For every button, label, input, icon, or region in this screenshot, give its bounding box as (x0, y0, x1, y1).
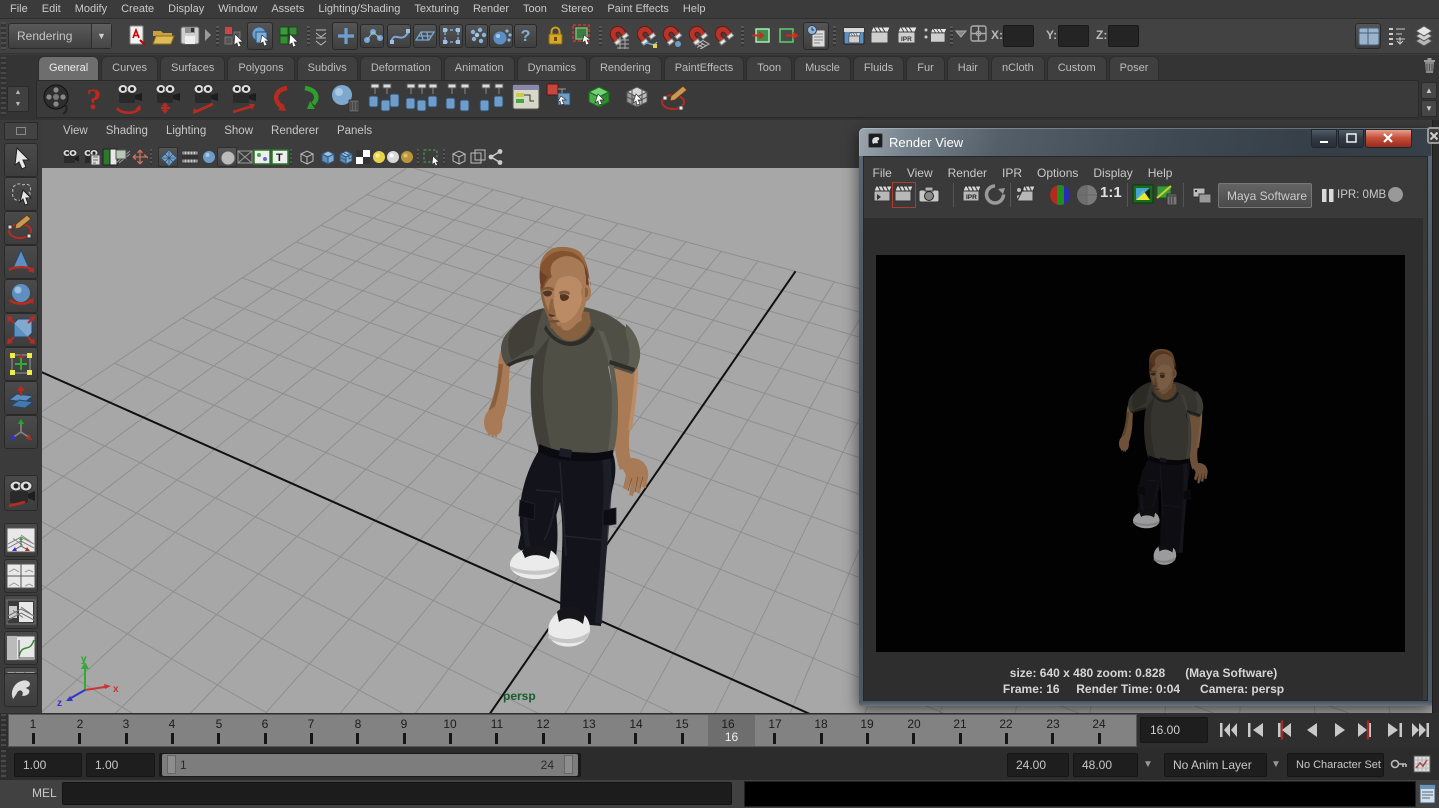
svg-text:IPR: IPR (966, 194, 977, 201)
svg-text:z: z (57, 698, 62, 709)
svg-text:T: T (276, 152, 283, 164)
svg-text:x: x (113, 684, 119, 695)
svg-text:y: y (81, 656, 87, 665)
svg-text:IPR: IPR (901, 36, 912, 43)
